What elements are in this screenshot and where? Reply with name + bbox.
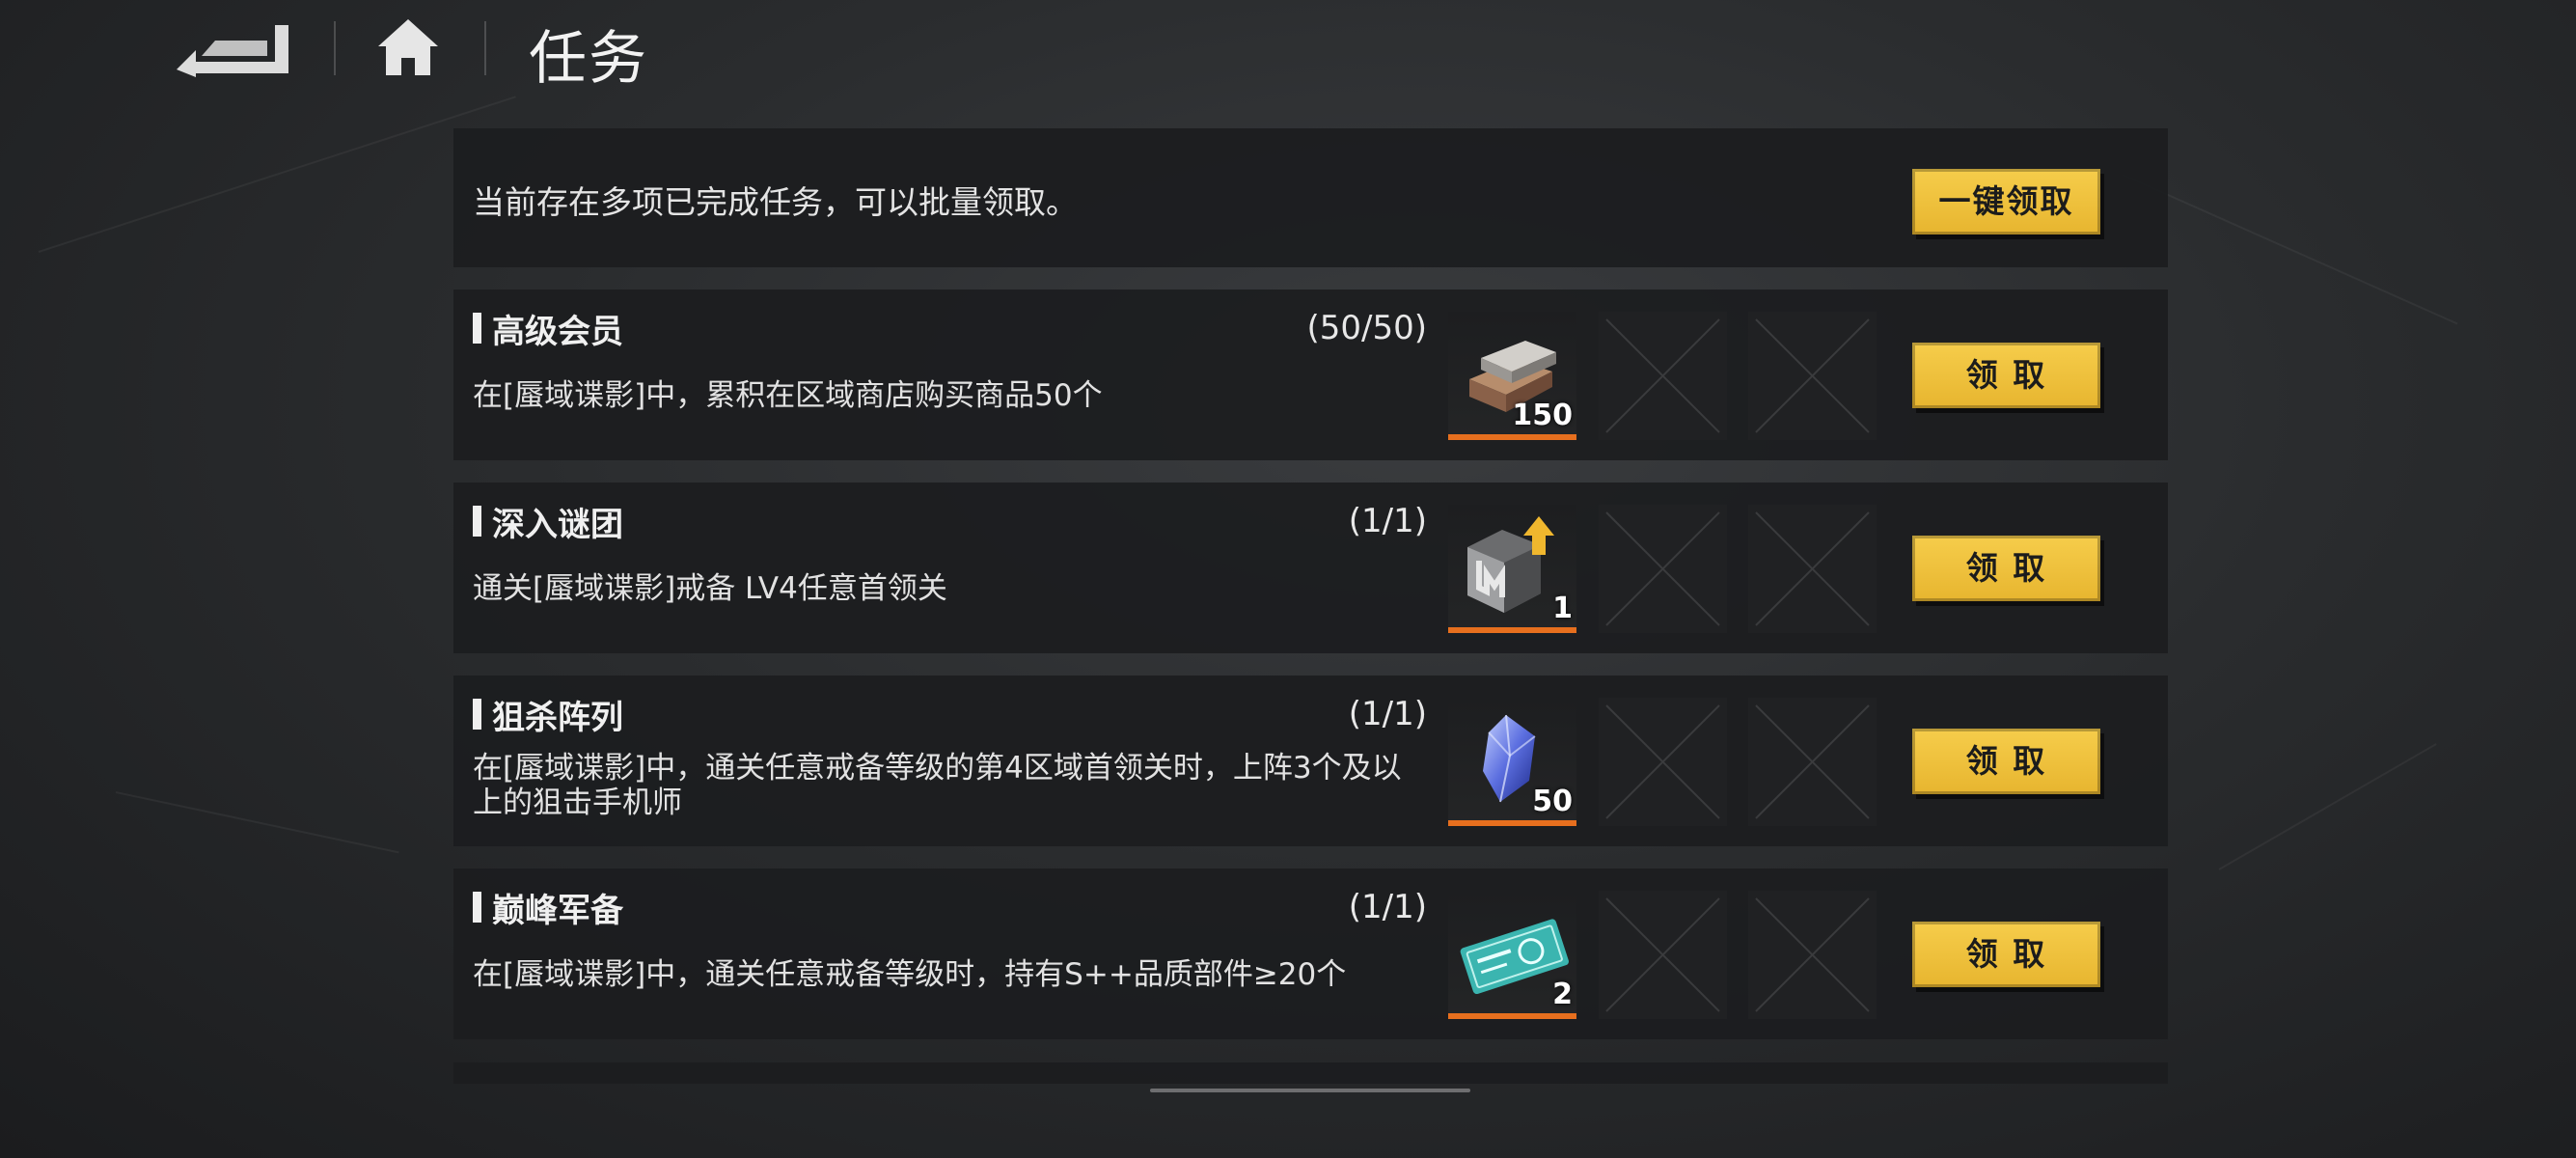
home-icon (378, 19, 438, 75)
empty-slot-icon (1605, 897, 1720, 1012)
bulk-claim-panel: 当前存在多项已完成任务，可以批量领取。 一键领取 (453, 128, 2168, 267)
task-progress: (50/50) (1306, 309, 1427, 347)
claim-all-button[interactable]: 一键领取 (1912, 169, 2100, 234)
empty-slot-icon (1605, 704, 1720, 819)
claim-button[interactable]: 领 取 (1912, 729, 2100, 794)
empty-reward-slot (1599, 505, 1727, 633)
scroll-indicator[interactable] (1150, 1089, 1470, 1092)
title-marker (473, 892, 481, 923)
title-marker (473, 313, 481, 344)
task-description: 在[蜃域谍影]中，通关任意戒备等级的第4区域首领关时，上阵3个及以上的狙击手机师 (473, 751, 1402, 820)
empty-reward-slot (1748, 891, 1877, 1019)
task-description: 在[蜃域谍影]中，通关任意戒备等级时，持有S++品质部件≥20个 (473, 957, 1347, 992)
reward-slot[interactable]: 2 (1448, 891, 1576, 1019)
task-row: 高级会员 (50/50) 在[蜃域谍影]中，累积在区域商店购买商品50个 150… (453, 290, 2168, 460)
task-title: 巅峰军备 (492, 892, 623, 930)
reward-slot[interactable]: 1 (1448, 505, 1576, 633)
task-row-partial (453, 1062, 2168, 1084)
task-title: 深入谜团 (492, 506, 623, 544)
claim-button[interactable]: 领 取 (1912, 922, 2100, 987)
task-progress: (1/1) (1348, 695, 1427, 733)
reward-slot[interactable]: 150 (1448, 312, 1576, 440)
empty-reward-slot (1748, 505, 1877, 633)
divider (484, 21, 486, 75)
task-progress: (1/1) (1348, 502, 1427, 540)
empty-slot-icon (1755, 318, 1870, 433)
claim-button[interactable]: 领 取 (1912, 536, 2100, 601)
empty-slot-icon (1755, 897, 1870, 1012)
task-row: 狙杀阵列 (1/1) 在[蜃域谍影]中，通关任意戒备等级的第4区域首领关时，上阵… (453, 676, 2168, 846)
task-description: 在[蜃域谍影]中，累积在区域商店购买商品50个 (473, 378, 1103, 413)
home-button[interactable] (374, 15, 442, 79)
reward-count: 2 (1552, 978, 1573, 1011)
empty-slot-icon (1755, 511, 1870, 626)
empty-reward-slot (1748, 698, 1877, 826)
reward-count: 50 (1532, 785, 1573, 818)
empty-slot-icon (1605, 511, 1720, 626)
task-description: 通关[蜃域谍影]戒备 LV4任意首领关 (473, 571, 947, 606)
title-marker (473, 506, 481, 537)
claim-button[interactable]: 领 取 (1912, 343, 2100, 408)
reward-count: 150 (1512, 399, 1573, 432)
divider (334, 21, 336, 75)
reward-count: 1 (1552, 592, 1573, 625)
empty-slot-icon (1755, 704, 1870, 819)
empty-reward-slot (1599, 312, 1727, 440)
empty-reward-slot (1748, 312, 1877, 440)
top-bar: 任务 (0, 0, 2576, 96)
page-title: 任务 (529, 25, 648, 93)
task-row: 巅峰军备 (1/1) 在[蜃域谍影]中，通关任意戒备等级时，持有S++品质部件≥… (453, 868, 2168, 1039)
task-progress: (1/1) (1348, 888, 1427, 926)
empty-reward-slot (1599, 698, 1727, 826)
title-marker (473, 699, 481, 730)
back-button[interactable] (159, 17, 294, 77)
task-title: 高级会员 (492, 313, 623, 351)
task-row: 深入谜团 (1/1) 通关[蜃域谍影]戒备 LV4任意首领关 1 领 取 (453, 482, 2168, 653)
empty-reward-slot (1599, 891, 1727, 1019)
empty-slot-icon (1605, 318, 1720, 433)
reward-slot[interactable]: 50 (1448, 698, 1576, 826)
back-arrow-icon (177, 25, 288, 77)
task-title: 狙杀阵列 (492, 699, 623, 737)
bulk-claim-message: 当前存在多项已完成任务，可以批量领取。 (473, 183, 1078, 221)
